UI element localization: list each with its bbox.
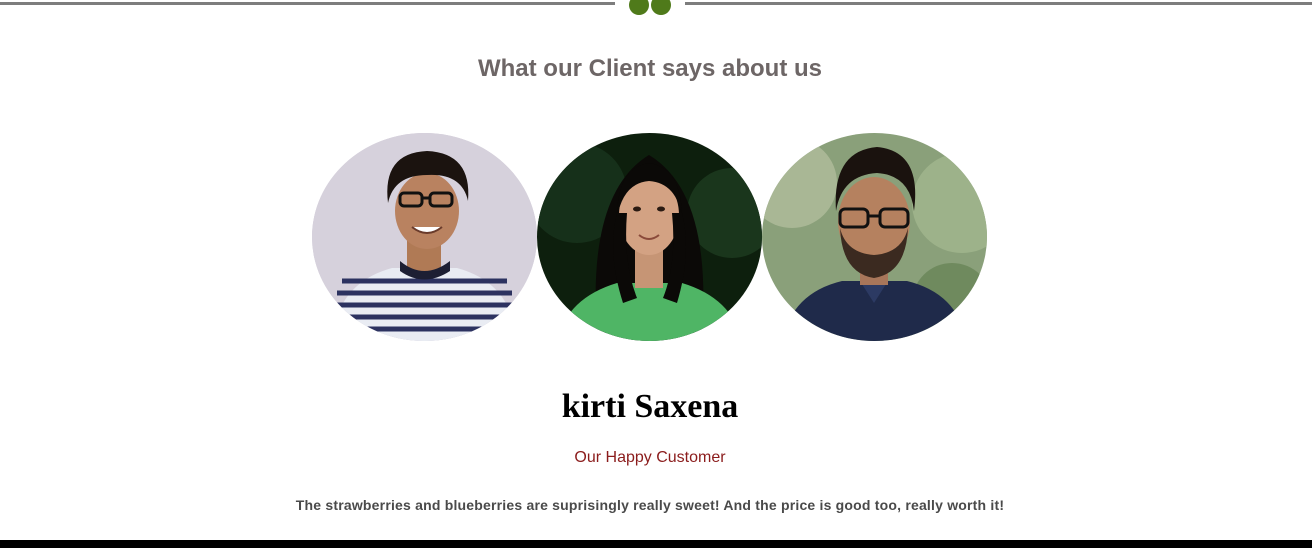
client-role: Our Happy Customer	[574, 449, 726, 466]
client-avatar-1[interactable]	[312, 133, 537, 341]
section-title: What our Client says about us	[477, 55, 823, 82]
quote-icon	[628, 0, 672, 16]
footer-bar	[0, 540, 1312, 548]
testimonials-section: What our Client says about us kirti Saxe…	[0, 0, 1312, 548]
divider-line-right	[685, 2, 1312, 5]
client-avatar-3[interactable]	[762, 133, 987, 341]
divider-line-left	[0, 2, 615, 5]
client-avatar-2[interactable]	[537, 133, 762, 341]
client-name: kirti Saxena	[561, 388, 739, 425]
client-quote: The strawberries and blueberries are sup…	[295, 497, 1005, 513]
